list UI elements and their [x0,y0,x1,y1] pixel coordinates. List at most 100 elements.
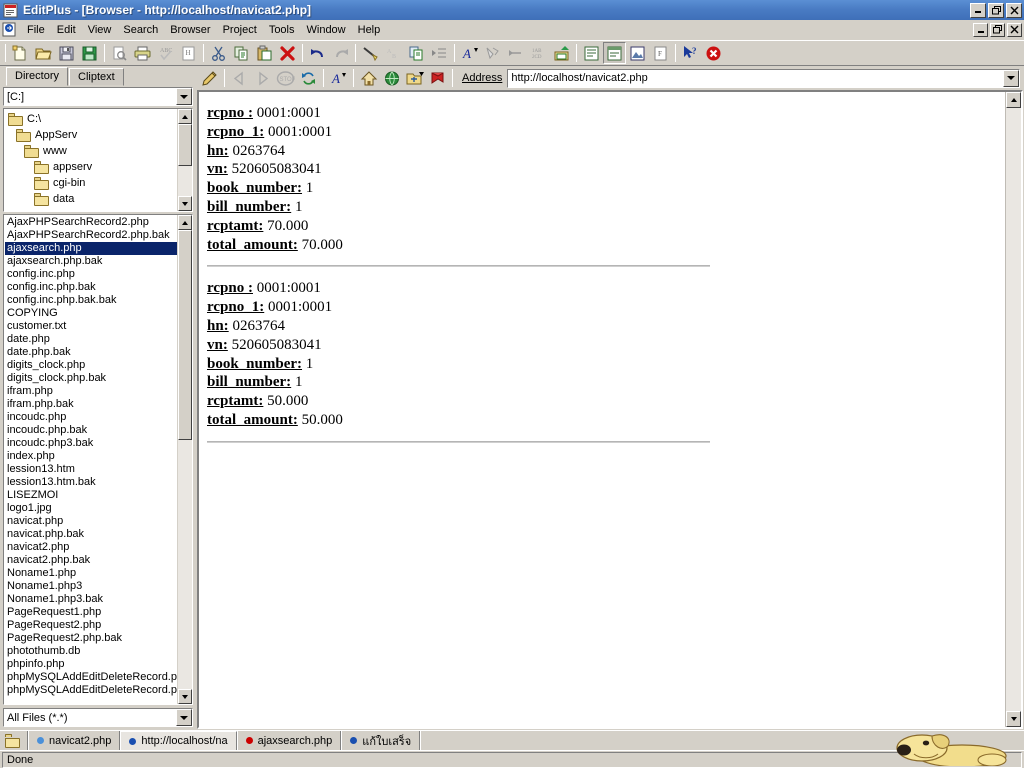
tree-item[interactable]: AppServ [6,127,177,143]
address-input[interactable]: http://localhost/navicat2.php [507,69,1020,88]
file-list-item[interactable]: navicat.php [5,515,177,528]
file-list-item[interactable]: navicat.php.bak [5,528,177,541]
copy-icon[interactable] [230,42,253,64]
spellcheck-icon[interactable]: ABC [154,42,177,64]
chevron-down-icon[interactable] [176,88,192,105]
abc-icon[interactable]: 1AB 2CD [527,42,550,64]
header-icon[interactable]: H [177,42,200,64]
menu-browser[interactable]: Browser [164,22,216,38]
tree-item[interactable]: appserv [6,159,177,175]
document-tab[interactable]: http://localhost/na [120,731,236,750]
file-scroll-thumb[interactable] [178,230,192,440]
find-icon[interactable] [359,42,382,64]
mdi-close-button[interactable] [1007,23,1022,37]
tree-item[interactable]: data [6,191,177,207]
tree-scroll-track[interactable] [178,166,192,196]
scroll-up-icon[interactable] [1006,92,1021,108]
indent-icon[interactable] [428,42,451,64]
cut-icon[interactable] [207,42,230,64]
directory-tree[interactable]: C:\ AppServ www appserv [3,108,193,212]
file-list-item[interactable]: PageRequest2.php [5,619,177,632]
upload-icon[interactable] [550,42,573,64]
file-list-item[interactable]: navicat2.php.bak [5,554,177,567]
menu-tools[interactable]: Tools [263,22,301,38]
file-list-item[interactable]: date.php.bak [5,346,177,359]
file-list-item[interactable]: date.php [5,333,177,346]
redo-icon[interactable] [329,42,352,64]
drive-select[interactable]: [C:] [3,87,193,106]
file-list-item[interactable]: LISEZMOI [5,489,177,502]
file-list-item[interactable]: phpMySQLAddEditDeleteRecord.php [5,684,177,697]
scroll-down-icon[interactable] [1006,711,1021,727]
print-preview-icon[interactable] [108,42,131,64]
scroll-down-icon[interactable] [178,689,192,704]
tab-folder-icon[interactable] [2,731,28,750]
undo-icon[interactable] [306,42,329,64]
view-preview-icon[interactable] [626,42,649,64]
stop-icon[interactable] [702,42,725,64]
forward-icon[interactable] [251,67,274,89]
file-list-item[interactable]: photothumb.db [5,645,177,658]
file-list[interactable]: AjaxPHPSearchRecord2.phpAjaxPHPSearchRec… [3,214,193,705]
file-filter-select[interactable]: All Files (*.*) [3,708,193,727]
open-file-icon[interactable] [403,67,426,89]
file-list-item[interactable]: phpMySQLAddEditDeleteRecord.php [5,671,177,684]
duplicate-icon[interactable] [405,42,428,64]
file-list-item[interactable]: AjaxPHPSearchRecord2.php.bak [5,229,177,242]
menu-project[interactable]: Project [217,22,263,38]
document-tab[interactable]: แก้ใบเสร็จ [341,731,420,750]
file-list-item[interactable]: digits_clock.php [5,359,177,372]
view-plain-icon[interactable] [580,42,603,64]
stop-browse-icon[interactable]: STOP [274,67,297,89]
print-icon[interactable] [131,42,154,64]
file-list-scrollbar[interactable] [177,215,192,704]
delete-icon[interactable] [276,42,299,64]
tree-item[interactable]: www [6,143,177,159]
page-scrollbar[interactable] [1005,92,1021,727]
menu-edit[interactable]: Edit [51,22,82,38]
scroll-up-icon[interactable] [178,109,192,124]
save-all-icon[interactable] [78,42,101,64]
file-list-item[interactable]: lession13.htm.bak [5,476,177,489]
menu-file[interactable]: File [21,22,51,38]
mdi-restore-button[interactable] [990,23,1005,37]
view-browser-icon[interactable] [603,42,626,64]
edit-pencil-icon[interactable] [198,67,221,89]
new-file-icon[interactable] [9,42,32,64]
file-list-item[interactable]: logo1.jpg [5,502,177,515]
file-list-item[interactable]: ifram.php.bak [5,398,177,411]
mdi-minimize-button[interactable] [973,23,988,37]
file-list-item[interactable]: digits_clock.php.bak [5,372,177,385]
file-list-item[interactable]: AjaxPHPSearchRecord2.php [5,216,177,229]
file-list-item[interactable]: PageRequest1.php [5,606,177,619]
internet-icon[interactable] [380,67,403,89]
file-list-item[interactable]: ajaxsearch.php.bak [5,255,177,268]
page-scroll-track[interactable] [1006,108,1021,711]
file-list-item[interactable]: ajaxsearch.php [5,242,177,255]
file-list-item[interactable]: config.inc.php [5,268,177,281]
file-list-item[interactable]: customer.txt [5,320,177,333]
font-size-icon[interactable]: A [327,67,350,89]
clear-format-icon[interactable] [481,42,504,64]
open-folder-icon[interactable] [32,42,55,64]
file-list-item[interactable]: config.inc.php.bak.bak [5,294,177,307]
file-list-item[interactable]: COPYING [5,307,177,320]
tree-item[interactable]: C:\ [6,111,177,127]
save-icon[interactable] [55,42,78,64]
chevron-down-icon[interactable] [176,709,192,726]
tree-scroll-thumb[interactable] [178,124,192,166]
tree-item[interactable]: cgi-bin [6,175,177,191]
replace-icon[interactable]: A B [382,42,405,64]
menu-search[interactable]: Search [117,22,164,38]
chevron-down-icon[interactable] [1003,70,1019,87]
file-list-item[interactable]: navicat2.php [5,541,177,554]
scroll-down-icon[interactable] [178,196,192,211]
scroll-up-icon[interactable] [178,215,192,230]
paste-icon[interactable] [253,42,276,64]
file-list-item[interactable]: index.php [5,450,177,463]
font-icon[interactable]: A [458,42,481,64]
tab-cliptext[interactable]: Cliptext [69,68,124,86]
restore-button[interactable] [988,3,1004,18]
home-icon[interactable] [357,67,380,89]
file-list-item[interactable]: Noname1.php3 [5,580,177,593]
